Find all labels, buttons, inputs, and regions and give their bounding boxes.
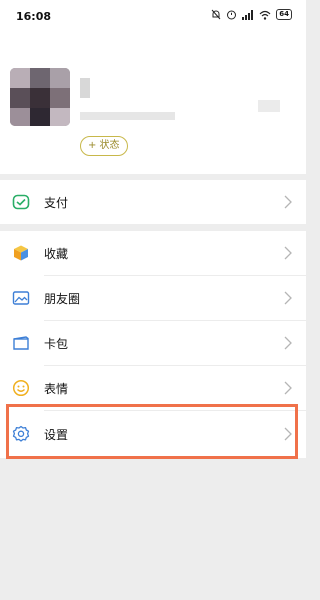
status-bar: 16:08 64 [0, 0, 306, 36]
qr-code-blurred[interactable] [258, 100, 280, 112]
sticker-smile-icon [12, 379, 30, 397]
add-status-button[interactable]: + 状态 [80, 136, 128, 156]
settings-highlight-box [6, 404, 298, 459]
nickname-blurred [80, 78, 90, 98]
status-time: 16:08 [16, 10, 52, 23]
mute-bell-icon [211, 9, 221, 20]
menu-item-pay[interactable]: 支付 [0, 180, 306, 224]
chevron-right-icon [284, 195, 292, 209]
signal-icon [242, 9, 254, 20]
alarm-icon [227, 10, 237, 20]
pay-icon [12, 194, 30, 210]
wechat-id-blurred [80, 112, 175, 120]
card-wallet-icon [13, 336, 29, 350]
menu-label-favorites: 收藏 [44, 246, 69, 261]
chevron-right-icon [284, 381, 292, 395]
pay-group: 支付 [0, 180, 306, 224]
status-icons: 64 [211, 9, 292, 20]
wifi-icon [259, 10, 271, 20]
menu-item-favorites[interactable]: 收藏 [0, 231, 306, 275]
menu-item-moments[interactable]: 朋友圈 [0, 276, 306, 320]
battery-icon: 64 [276, 9, 292, 20]
menu-label-pay: 支付 [44, 195, 69, 210]
favorites-cube-icon [14, 245, 28, 261]
menu-label-moments: 朋友圈 [44, 291, 81, 306]
chevron-right-icon [284, 336, 292, 350]
profile-header: + 状态 [0, 36, 306, 174]
avatar[interactable] [10, 68, 70, 126]
menu-label-cards: 卡包 [44, 336, 69, 351]
menu-label-stickers: 表情 [44, 381, 69, 396]
moments-picture-icon [12, 291, 30, 305]
chevron-right-icon [284, 291, 292, 305]
chevron-right-icon [284, 246, 292, 260]
menu-item-cards[interactable]: 卡包 [0, 321, 306, 365]
